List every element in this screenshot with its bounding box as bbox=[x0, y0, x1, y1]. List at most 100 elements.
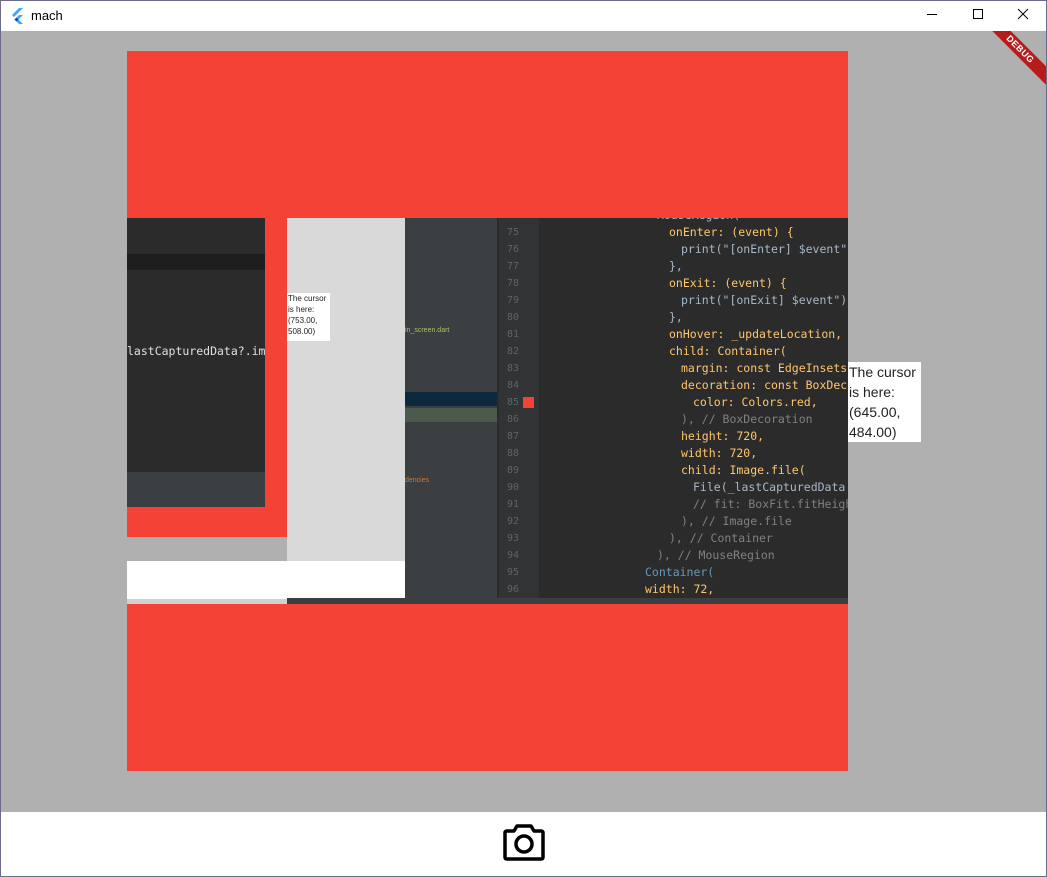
code-text: ), // BoxDecoration bbox=[681, 412, 813, 426]
code-line: 91 // fit: BoxFit.fitHeight bbox=[499, 496, 848, 513]
color-swatch-icon bbox=[523, 397, 534, 408]
line-number: 79 bbox=[506, 295, 519, 306]
captured-explorer-file: in_screen.dart bbox=[405, 327, 450, 334]
tooltip-line1: The cursor bbox=[849, 364, 916, 380]
title-bar[interactable]: mach bbox=[1, 1, 1046, 31]
code-text: height: 720, bbox=[681, 429, 765, 443]
line-number: 75 bbox=[506, 227, 519, 238]
line-number: 88 bbox=[506, 448, 519, 459]
minimize-button[interactable] bbox=[909, 1, 955, 31]
code-text: Container( bbox=[645, 565, 715, 579]
line-number: 77 bbox=[506, 261, 519, 272]
code-text: }, bbox=[669, 259, 683, 273]
code-text: child: Container( bbox=[669, 344, 787, 358]
code-text: ), // Image.file bbox=[681, 514, 792, 528]
code-line: 96 width: 72, bbox=[499, 581, 848, 598]
code-text: print("[onExit] $event"); bbox=[681, 293, 848, 307]
code-text: print("[onEnter] $event"); bbox=[681, 242, 848, 256]
code-line: 77}, bbox=[499, 258, 848, 275]
minimize-icon bbox=[926, 7, 938, 25]
code-line: 87 height: 720, bbox=[499, 428, 848, 445]
line-number: 82 bbox=[506, 346, 519, 357]
captured-cursor-tooltip: The cursor is here: (753.00, 508.00) bbox=[287, 293, 330, 341]
line-number: 96 bbox=[506, 584, 519, 595]
code-line: 84 decoration: const BoxDecor bbox=[499, 377, 848, 394]
cursor-position-tooltip: The cursor is here: (645.00, 484.00) bbox=[848, 362, 921, 442]
captured-image[interactable]: lastCapturedData?.imagePa The cursor is … bbox=[127, 218, 848, 604]
code-line: 92 ), // Image.file bbox=[499, 513, 848, 530]
camera-icon bbox=[503, 823, 545, 866]
window-title: mach bbox=[31, 8, 63, 23]
code-text: onExit: (event) { bbox=[669, 276, 787, 290]
debug-banner: DEBUG bbox=[981, 31, 1046, 89]
code-text: child: Image.file( bbox=[681, 463, 806, 477]
captured-code-editor: 74MouseRegion(75onEnter: (event) {76prin… bbox=[499, 218, 848, 604]
tooltip-line2: is here: bbox=[849, 384, 895, 400]
code-text: margin: const EdgeInsets.o bbox=[681, 361, 848, 375]
line-number: 80 bbox=[506, 312, 519, 323]
line-number: 90 bbox=[506, 482, 519, 493]
code-line: 93 ), // Container bbox=[499, 530, 848, 547]
captured-project-explorer: in_screen.dart dencies bbox=[405, 218, 497, 604]
code-text: // fit: BoxFit.fitHeight bbox=[693, 497, 848, 511]
code-line: 95 Container( bbox=[499, 564, 848, 581]
line-number: 76 bbox=[506, 244, 519, 255]
captured-left-statusbar bbox=[127, 472, 265, 507]
line-number: 94 bbox=[506, 550, 519, 561]
line-number: 81 bbox=[506, 329, 519, 340]
bottom-toolbar bbox=[1, 812, 1046, 876]
captured-explorer-selection bbox=[405, 392, 497, 406]
captured-gray-panel bbox=[287, 218, 405, 561]
captured-tooltip-line1: The cursor bbox=[288, 294, 327, 303]
line-number: 92 bbox=[506, 516, 519, 527]
code-line: 94 ), // MouseRegion bbox=[499, 547, 848, 564]
tooltip-line3: (645.00, bbox=[849, 404, 901, 420]
code-text: ), // MouseRegion bbox=[657, 548, 775, 562]
captured-white-bar-edge bbox=[127, 599, 287, 604]
line-number: 85 bbox=[506, 397, 519, 408]
red-container-bottom bbox=[127, 604, 848, 771]
code-text: decoration: const BoxDecor bbox=[681, 378, 848, 392]
code-line: 89 child: Image.file( bbox=[499, 462, 848, 479]
red-container-top bbox=[127, 51, 848, 218]
capture-button[interactable] bbox=[502, 823, 546, 866]
code-line: 86 ), // BoxDecoration bbox=[499, 411, 848, 428]
line-number: 93 bbox=[506, 533, 519, 544]
code-line: 88 width: 720, bbox=[499, 445, 848, 462]
maximize-icon bbox=[972, 7, 984, 25]
code-line: 90 File(_lastCapturedData!. bbox=[499, 479, 848, 496]
code-text: width: 72, bbox=[645, 582, 715, 596]
app-content: DEBUG lastCapturedData?.imagePa The curs… bbox=[1, 31, 1046, 812]
code-text: ), // Container bbox=[669, 531, 773, 545]
code-line: 80}, bbox=[499, 309, 848, 326]
line-number: 95 bbox=[506, 567, 519, 578]
line-number: 83 bbox=[506, 363, 519, 374]
code-line: 76 print("[onEnter] $event"); bbox=[499, 241, 848, 258]
captured-left-editor: lastCapturedData?.imagePa bbox=[127, 218, 300, 507]
flutter-logo-icon bbox=[10, 8, 26, 24]
line-number: 86 bbox=[506, 414, 519, 425]
line-number: 84 bbox=[506, 380, 519, 391]
captured-explorer-deps: dencies bbox=[405, 477, 430, 484]
code-line: 85 color: Colors.red, bbox=[499, 394, 848, 411]
code-line: 79 print("[onExit] $event"); bbox=[499, 292, 848, 309]
code-text: onEnter: (event) { bbox=[669, 225, 794, 239]
captured-tooltip-line2: is here: bbox=[288, 305, 315, 314]
tooltip-line4: 484.00) bbox=[849, 424, 897, 440]
close-button[interactable] bbox=[1000, 1, 1046, 31]
captured-gray-strip bbox=[127, 537, 287, 561]
code-text: }, bbox=[669, 310, 683, 324]
code-line: 78 onExit: (event) { bbox=[499, 275, 848, 292]
code-line: 83 margin: const EdgeInsets.o bbox=[499, 360, 848, 377]
captured-left-tabbar bbox=[127, 254, 265, 270]
code-line: 82 child: Container( bbox=[499, 343, 848, 360]
maximize-button[interactable] bbox=[955, 1, 1001, 31]
line-number: 78 bbox=[506, 278, 519, 289]
code-text: width: 720, bbox=[681, 446, 758, 460]
code-text: onHover: _updateLocation, bbox=[669, 327, 843, 341]
code-line: 81 onHover: _updateLocation, bbox=[499, 326, 848, 343]
captured-red-edge-bottom bbox=[127, 507, 287, 537]
captured-white-bar bbox=[127, 561, 405, 599]
captured-tooltip-line3: (753.00, bbox=[288, 316, 318, 325]
code-text: color: Colors.red, bbox=[693, 395, 818, 409]
